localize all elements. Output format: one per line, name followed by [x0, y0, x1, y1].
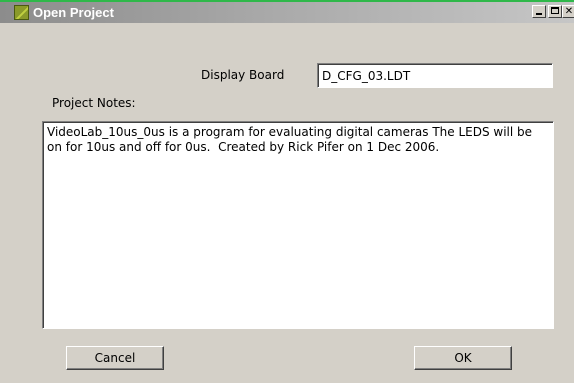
cancel-button[interactable]: Cancel — [66, 346, 164, 370]
maximize-button[interactable] — [548, 5, 562, 18]
display-board-input[interactable] — [317, 63, 553, 88]
app-icon — [14, 5, 29, 20]
maximize-icon — [551, 7, 559, 14]
project-notes-textarea[interactable]: VideoLab_10us_0us is a program for evalu… — [42, 121, 554, 329]
close-button[interactable]: ✕ — [562, 5, 574, 18]
title-bar[interactable]: Open Project ✕ — [0, 2, 574, 23]
display-board-label: Display Board — [201, 68, 285, 82]
project-notes-label: Project Notes: — [52, 96, 136, 110]
minimize-button[interactable] — [532, 5, 546, 18]
ok-button[interactable]: OK — [414, 346, 512, 370]
window-title: Open Project — [33, 5, 114, 20]
minimize-icon — [536, 13, 542, 15]
close-icon: ✕ — [564, 6, 574, 17]
